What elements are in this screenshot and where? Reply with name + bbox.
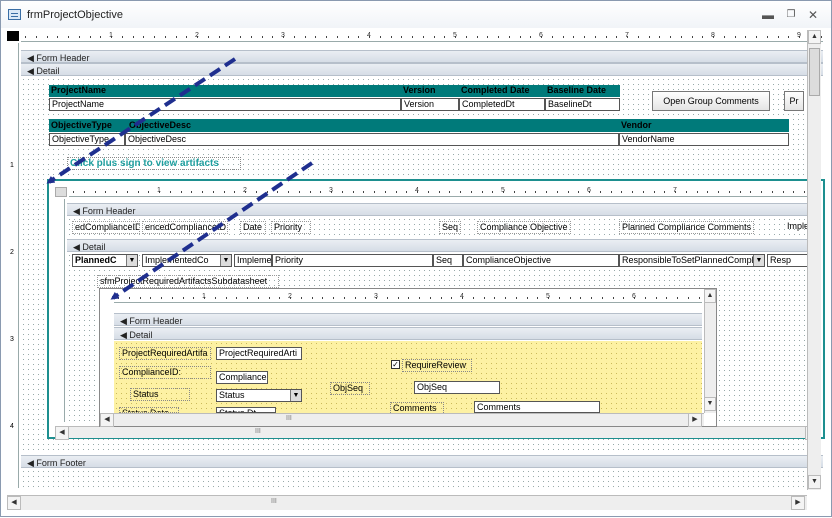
- annotation-arrows: [46, 57, 314, 300]
- access-form-design-window: frmProjectObjective ▬ ❐ ✕ 123456789 1 2 …: [0, 0, 832, 517]
- arrow-to-subform: [46, 57, 237, 184]
- arrow-to-artifacts: [110, 161, 314, 300]
